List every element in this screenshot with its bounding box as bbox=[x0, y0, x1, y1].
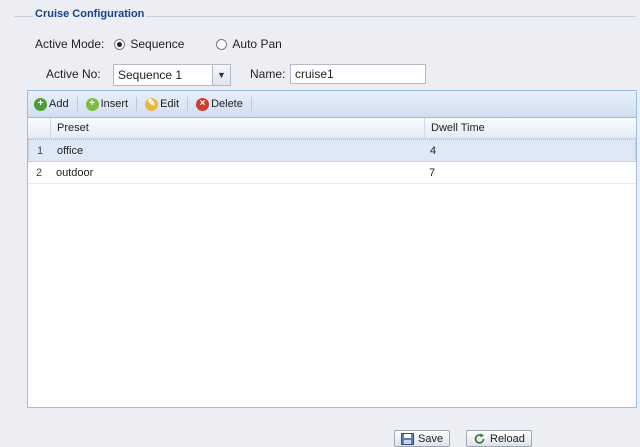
save-button[interactable]: Save bbox=[394, 430, 451, 447]
active-no-select[interactable]: Sequence 1 ▼ bbox=[113, 64, 231, 86]
insert-icon: + bbox=[85, 97, 99, 111]
cell-preset[interactable]: office bbox=[51, 140, 424, 161]
toolbar-separator bbox=[250, 97, 252, 111]
toolbar-separator bbox=[187, 97, 189, 111]
reload-button-label: Reload bbox=[490, 432, 525, 445]
grid-toolbar: + Add + Insert ✎ Edit × Delete bbox=[28, 91, 636, 118]
name-label: Name: bbox=[250, 67, 286, 81]
add-button-label: Add bbox=[49, 98, 69, 110]
add-icon: + bbox=[34, 97, 47, 111]
add-button[interactable]: + Add bbox=[32, 97, 71, 111]
radio-sequence-dot[interactable] bbox=[114, 38, 126, 50]
toolbar-separator bbox=[136, 97, 138, 111]
insert-button[interactable]: + Insert bbox=[84, 97, 131, 111]
active-no-label: Active No: bbox=[46, 67, 101, 81]
floppy-disk-icon bbox=[401, 432, 414, 445]
column-header-preset[interactable]: Preset bbox=[51, 118, 425, 138]
delete-button[interactable]: × Delete bbox=[194, 97, 245, 111]
insert-button-label: Insert bbox=[100, 98, 129, 110]
reload-icon bbox=[474, 433, 485, 444]
reload-button[interactable]: Reload bbox=[466, 430, 532, 447]
table-row[interactable]: 2 outdoor 7 bbox=[28, 162, 636, 184]
row-number: 1 bbox=[36, 144, 44, 157]
radio-sequence-label: Sequence bbox=[130, 37, 185, 51]
cell-dwell-time[interactable]: 7 bbox=[423, 162, 636, 183]
edit-button-label: Edit bbox=[160, 98, 180, 110]
row-number-header bbox=[28, 118, 51, 138]
cell-preset[interactable]: outdoor bbox=[50, 162, 423, 183]
radio-sequence[interactable]: Sequence bbox=[114, 37, 184, 51]
radio-auto-pan-dot[interactable] bbox=[216, 38, 228, 50]
edit-button[interactable]: ✎ Edit bbox=[143, 97, 181, 111]
active-mode-label: Active Mode: bbox=[35, 37, 105, 51]
radio-auto-pan-label: Auto Pan bbox=[232, 37, 282, 51]
radio-auto-pan[interactable]: Auto Pan bbox=[216, 37, 282, 51]
cruise-grid-panel: + Add + Insert ✎ Edit × Delete Preset Dw… bbox=[27, 90, 637, 408]
active-no-value: Sequence 1 bbox=[118, 68, 183, 82]
table-row[interactable]: 1 office 4 bbox=[28, 139, 636, 162]
active-no-label-wrap: Active No: bbox=[46, 67, 101, 81]
name-input[interactable]: cruise1 bbox=[290, 64, 426, 84]
row-number: 2 bbox=[35, 166, 43, 179]
edit-icon: ✎ bbox=[145, 97, 159, 111]
active-mode-row: Active Mode: Sequence Auto Pan bbox=[35, 37, 282, 51]
toolbar-separator bbox=[76, 97, 78, 111]
section-title: Cruise Configuration bbox=[33, 8, 147, 20]
chevron-down-icon[interactable]: ▼ bbox=[212, 65, 230, 85]
delete-button-label: Delete bbox=[211, 98, 243, 110]
column-header-dwell-time[interactable]: Dwell Time bbox=[425, 118, 636, 138]
cell-dwell-time[interactable]: 4 bbox=[424, 140, 635, 161]
grid-header: Preset Dwell Time bbox=[28, 118, 636, 139]
delete-icon: × bbox=[196, 97, 210, 111]
name-label-wrap: Name: bbox=[250, 67, 285, 81]
save-button-label: Save bbox=[418, 432, 444, 445]
